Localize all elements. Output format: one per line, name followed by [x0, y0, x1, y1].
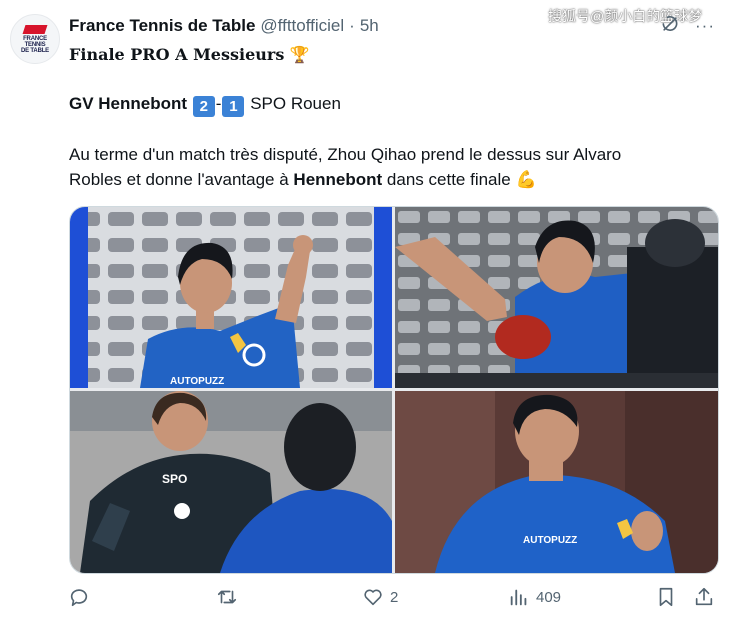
separator-dot: · — [349, 16, 355, 35]
account-name[interactable]: France Tennis de Table — [69, 16, 255, 36]
trophy-icon: 🏆 — [289, 45, 310, 64]
body-line-2-suffix: dans cette finale — [382, 170, 516, 189]
bookmark-button[interactable] — [655, 586, 677, 608]
away-score-badge: 1 — [222, 96, 245, 117]
photo-player-striking[interactable] — [395, 207, 718, 388]
home-score-badge: 2 — [192, 96, 215, 117]
repost-icon — [217, 590, 237, 604]
share-icon — [695, 587, 713, 606]
tweet-header: France Tennis de Table @ffttofficiel · 5… — [69, 16, 379, 36]
account-avatar[interactable]: FRANCE TENNIS DE TABLE — [10, 14, 60, 64]
score-dash: - — [215, 94, 222, 113]
fftt-logo-mark — [22, 24, 48, 34]
tweet-action-bar: 2 409 — [0, 586, 735, 614]
views-chart-icon — [510, 589, 527, 606]
flexed-biceps-icon: 💪 — [515, 170, 537, 190]
bookmark-icon — [659, 587, 673, 607]
body-highlight-team: Hennebont — [293, 170, 383, 189]
photo-player-fist-pump[interactable]: AUTOPUZZ — [395, 391, 718, 573]
views-button[interactable]: 409 — [508, 586, 561, 608]
share-button[interactable] — [693, 586, 715, 608]
p3-club-text: SPO — [162, 472, 187, 486]
photo-opponent-serving[interactable]: SPO — [70, 391, 392, 573]
p4-sponsor-text: AUTOPUZZ — [523, 535, 577, 546]
repost-button[interactable] — [216, 586, 244, 608]
account-handle[interactable]: @ffttofficiel — [260, 16, 344, 36]
away-team: SPO Rouen — [250, 94, 341, 113]
score-line: GV Hennebont 2-1 SPO Rouen — [69, 92, 341, 117]
avatar-line-3: DE TABLE — [21, 47, 49, 54]
body-line-2: Robles et donne l'avantage à Hennebont d… — [69, 168, 537, 192]
tweet-title: Finale PRO A Messieurs 🏆 — [69, 43, 310, 67]
views-count: 409 — [536, 588, 562, 606]
grok-icon[interactable] — [660, 14, 680, 34]
reply-icon — [70, 589, 88, 607]
body-line-1: Au terme d'un match très disputé, Zhou Q… — [69, 145, 622, 164]
photo-player-celebrating[interactable]: AUTOPUZZ — [70, 207, 392, 388]
heart-icon — [364, 589, 382, 606]
media-grid: AUTOPUZZ SPO AUTOPUZZ — [69, 206, 719, 574]
more-options-button[interactable]: ··· — [695, 16, 715, 36]
tweet-title-text: Finale PRO A Messieurs — [69, 45, 285, 64]
p1-shirt-text: AUTOPUZZ — [170, 376, 224, 387]
like-button[interactable]: 2 — [362, 586, 398, 608]
tweet-timestamp[interactable]: 5h — [360, 16, 379, 36]
body-line-2-prefix: Robles et donne l'avantage à — [69, 170, 294, 189]
like-count: 2 — [390, 588, 399, 606]
home-team: GV Hennebont — [69, 94, 188, 113]
reply-button[interactable] — [68, 586, 96, 608]
